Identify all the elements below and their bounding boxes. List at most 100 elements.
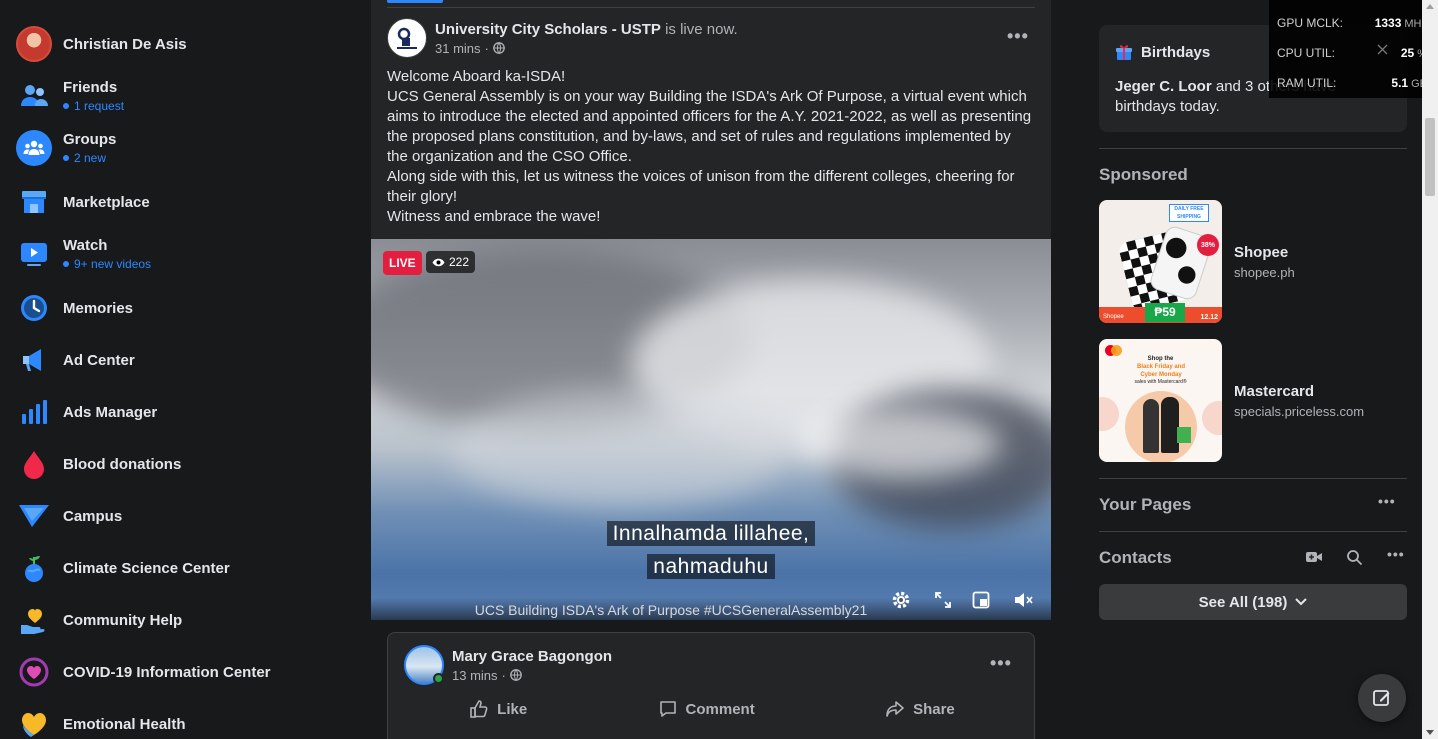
sidebar-item-label: Watch [63, 237, 108, 254]
shopee-logo-text: Shopee [1103, 314, 1124, 320]
page-avatar[interactable] [387, 18, 427, 58]
chevron-down-icon [1295, 598, 1308, 606]
new-room-icon[interactable] [1305, 549, 1323, 570]
shopping-bag-graphic [1177, 427, 1191, 443]
page-scrollbar[interactable] [1422, 0, 1438, 739]
sponsored-ad-mastercard[interactable]: Shop the Black Friday and Cyber Monday s… [1099, 339, 1407, 462]
sidebar-item-label: Community Help [63, 611, 183, 629]
campus-icon [16, 498, 52, 534]
sidebar-item-sub: 9+ new videos [74, 257, 152, 271]
scroll-up-arrow-icon[interactable] [1426, 4, 1434, 9]
post-paragraph: Welcome Aboard ka-ISDA! [387, 68, 566, 85]
sidebar-item-label: Blood donations [63, 455, 182, 473]
ram-label: RAM UTIL: [1277, 76, 1337, 90]
post-options-button[interactable]: ••• [1007, 26, 1029, 47]
sidebar-item-profile[interactable]: Christian De Asis [8, 18, 338, 70]
sidebar-item-campus[interactable]: Campus [8, 490, 338, 542]
scroll-down-arrow-icon[interactable] [1426, 730, 1434, 735]
gpu-label: GPU MCLK: [1277, 16, 1344, 30]
contacts-options-button[interactable]: ••• [1387, 546, 1405, 562]
sidebar-item-community-help[interactable]: Community Help [8, 594, 338, 646]
sidebar-item-label: Friends [63, 79, 118, 96]
share-icon [886, 701, 904, 717]
birthday-person-link[interactable]: Jeger C. Loor [1115, 78, 1212, 95]
left-sidebar: Christian De Asis Friends 1 request Grou… [0, 0, 340, 739]
video-title: UCS Building ISDA's Ark of Purpose #UCSG… [474, 602, 868, 618]
price-tag: ₱59 [1145, 303, 1185, 322]
sidebar-item-label: Emotional Health [63, 715, 186, 733]
new-message-button[interactable] [1358, 674, 1406, 722]
post-paragraph: UCS General Assembly is on your way Buil… [387, 88, 1032, 165]
mini-player-icon[interactable] [970, 589, 992, 611]
post-time[interactable]: 13 mins [452, 668, 498, 683]
close-icon[interactable] [1377, 44, 1388, 58]
divider [1099, 148, 1407, 149]
post-options-button[interactable]: ••• [990, 653, 1012, 674]
gpu-value: 1333 [1374, 16, 1402, 30]
your-pages-options-button[interactable]: ••• [1378, 493, 1396, 509]
sidebar-item-climate[interactable]: Climate Science Center [8, 542, 338, 594]
post-actions: Like Comment Share [404, 699, 1020, 719]
sidebar-item-memories[interactable]: Memories [8, 282, 338, 334]
globe-icon [510, 669, 522, 681]
sidebar-item-emotional-health[interactable]: Emotional Health [8, 698, 338, 739]
divider [1099, 531, 1407, 532]
ad-name: Mastercard [1234, 382, 1315, 400]
sidebar-item-marketplace[interactable]: Marketplace [8, 176, 338, 228]
share-button[interactable]: Share [885, 699, 955, 719]
mute-icon[interactable] [1012, 589, 1034, 611]
sidebar-item-ads-manager[interactable]: Ads Manager [8, 386, 338, 438]
divider [387, 7, 1035, 8]
avatar[interactable] [404, 645, 444, 685]
scrollbar-thumb[interactable] [1425, 118, 1435, 196]
contacts-heading: Contacts [1099, 548, 1172, 567]
friends-icon [16, 78, 52, 114]
person-graphic [1161, 397, 1179, 453]
share-label: Share [913, 700, 955, 718]
sidebar-item-friends[interactable]: Friends 1 request [8, 70, 338, 122]
sponsored-ad-shopee[interactable]: DAILY FREE SHIPPING 38% ₱59 12.12 Shopee… [1099, 200, 1407, 323]
sidebar-item-covid[interactable]: COVID-19 Information Center [8, 646, 338, 698]
cloud [801, 409, 1001, 479]
gift-icon [1116, 45, 1132, 60]
ad-name: Shopee [1234, 243, 1289, 261]
sidebar-item-ad-center[interactable]: Ad Center [8, 334, 338, 386]
live-post: University City Scholars - USTP is live … [371, 0, 1051, 620]
cloud [451, 389, 791, 509]
emotional-health-icon [16, 706, 52, 739]
comment-button[interactable]: Comment [658, 699, 755, 719]
marketplace-icon [16, 184, 52, 220]
ad-headline: Black Friday and Cyber Monday [1136, 364, 1186, 378]
see-all-contacts-button[interactable]: See All (198) [1099, 584, 1407, 620]
sale-date: 12.12 [1200, 314, 1218, 321]
search-icon[interactable] [1346, 549, 1363, 571]
sidebar-item-groups[interactable]: Groups 2 new [8, 122, 338, 174]
feed-post: Mary Grace Bagongon 13 mins · ••• Like C… [387, 632, 1035, 739]
person-graphic [1143, 399, 1159, 453]
post-header: University City Scholars - USTP is live … [387, 18, 738, 58]
viewer-count: 222 [426, 251, 476, 273]
live-video-player[interactable]: LIVE 222 Innalhamda lillahee, nahmaduhu … [371, 239, 1051, 620]
groups-icon [16, 130, 52, 166]
ad-headline: sales with Mastercard® [1134, 379, 1187, 385]
your-pages-heading: Your Pages [1099, 495, 1192, 514]
page-name-link[interactable]: University City Scholars - USTP [435, 21, 661, 38]
news-feed: University City Scholars - USTP is live … [371, 0, 1051, 739]
birthdays-title: Birthdays [1141, 43, 1211, 61]
settings-gear-icon[interactable] [890, 589, 912, 611]
sidebar-item-blood-donations[interactable]: Blood donations [8, 438, 338, 490]
sidebar-item-watch[interactable]: Watch 9+ new videos [8, 228, 338, 280]
like-button[interactable]: Like [469, 699, 527, 719]
comment-label: Comment [685, 700, 755, 718]
sidebar-item-sub: 2 new [74, 151, 107, 165]
live-badge: LIVE [383, 251, 422, 275]
video-subtitle: nahmaduhu [647, 554, 775, 579]
fullscreen-icon[interactable] [932, 589, 954, 611]
author-name-link[interactable]: Mary Grace Bagongon [452, 648, 612, 665]
blood-drop-icon [16, 446, 52, 482]
post-time[interactable]: 31 mins [435, 41, 481, 56]
sponsored-heading: Sponsored [1099, 165, 1188, 184]
sidebar-item-sub: 1 request [74, 99, 125, 113]
feed-accent-bar [387, 0, 443, 3]
sidebar-item-label: Ads Manager [63, 403, 158, 421]
